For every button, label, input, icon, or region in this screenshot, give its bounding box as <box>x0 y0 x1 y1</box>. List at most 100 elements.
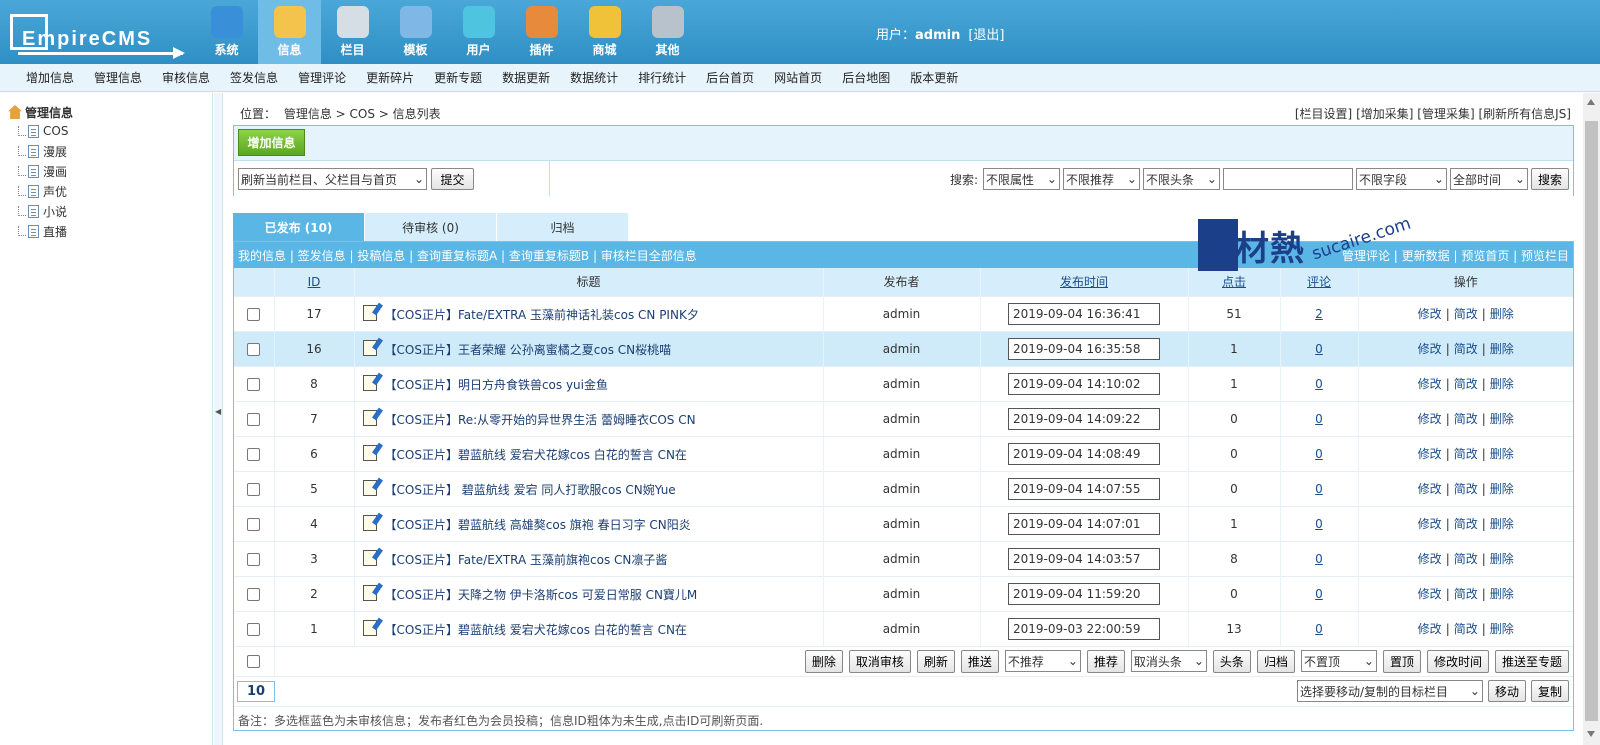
simple-edit-link[interactable]: 简改 <box>1454 482 1478 496</box>
edit-icon[interactable] <box>362 374 377 391</box>
row-time-input[interactable]: 2019-09-04 14:10:02 <box>1008 372 1160 395</box>
row-id[interactable]: 1 <box>274 610 355 646</box>
search-button[interactable]: 搜索 <box>1530 168 1569 190</box>
sort-id-link[interactable]: ID <box>308 275 321 289</box>
row-comments-link[interactable]: 0 <box>1315 342 1323 356</box>
delete-link[interactable]: 删除 <box>1490 482 1514 496</box>
field-select[interactable]: 不限字段 ⌄ <box>1355 168 1447 190</box>
subnav-item[interactable]: 后台首页 <box>706 69 754 86</box>
recommend-filter-select[interactable]: 不限推荐 ⌄ <box>1062 168 1140 190</box>
nav-item-notepad[interactable]: 信息 <box>258 0 321 64</box>
nav-item-globe[interactable]: 系统 <box>195 0 258 64</box>
delete-link[interactable]: 删除 <box>1490 412 1514 426</box>
edit-link[interactable]: 修改 <box>1418 447 1442 461</box>
edit-link[interactable]: 修改 <box>1418 587 1442 601</box>
simple-edit-link[interactable]: 简改 <box>1454 377 1478 391</box>
row-checkbox[interactable] <box>247 412 261 426</box>
row-title-link[interactable]: 【COS正片】碧蓝航线 爱宕犬花嫁cos 白花的誓言 CN在 <box>385 623 687 637</box>
row-comments-link[interactable]: 0 <box>1315 412 1323 426</box>
refresh-button[interactable]: 刷新 <box>916 649 955 673</box>
search-input[interactable] <box>1222 168 1353 190</box>
copy-button[interactable]: 复制 <box>1530 680 1569 702</box>
row-time-input[interactable]: 2019-09-04 11:59:20 <box>1008 582 1160 605</box>
push-button[interactable]: 推送 <box>960 649 999 673</box>
archive-button[interactable]: 归档 <box>1256 649 1295 673</box>
row-title-link[interactable]: 【COS正片】碧蓝航线 高雄獒cos 旗袍 春日习字 CN阳炎 <box>385 518 691 532</box>
row-comments-link[interactable]: 2 <box>1315 307 1323 321</box>
edit-icon[interactable] <box>362 514 377 531</box>
row-id[interactable]: 8 <box>274 365 355 401</box>
edit-icon[interactable] <box>362 339 377 356</box>
links-bar-left[interactable]: 我的信息 | 签发信息 | 投稿信息 | 查询重复标题A | 查询重复标题B |… <box>238 247 697 264</box>
submit-button[interactable]: 提交 <box>431 168 474 190</box>
nav-item-tools[interactable]: 插件 <box>510 0 573 64</box>
row-title-link[interactable]: 【COS正片】碧蓝航线 爱宕犬花嫁cos 白花的誓言 CN在 <box>385 448 687 462</box>
delete-link[interactable]: 删除 <box>1490 377 1514 391</box>
simple-edit-link[interactable]: 简改 <box>1454 552 1478 566</box>
scroll-thumb[interactable] <box>1585 121 1598 721</box>
delete-link[interactable]: 删除 <box>1490 447 1514 461</box>
row-comments-link[interactable]: 0 <box>1315 517 1323 531</box>
simple-edit-link[interactable]: 简改 <box>1454 517 1478 531</box>
row-title-link[interactable]: 【COS正片】 碧蓝航线 爱宕 同人打歌服cos CN婉Yue <box>385 483 676 497</box>
row-title-link[interactable]: 【COS正片】Fate/EXTRA 玉藻前旗袍cos CN凛子酱 <box>385 553 668 567</box>
row-title-link[interactable]: 【COS正片】王者荣耀 公孙离蜜橘之夏cos CN桜桃喵 <box>385 343 672 357</box>
row-title-link[interactable]: 【COS正片】明日方舟食铁兽cos yui金鱼 <box>385 378 609 392</box>
row-comments-link[interactable]: 0 <box>1315 447 1323 461</box>
row-id[interactable]: 7 <box>274 400 355 436</box>
row-id[interactable]: 6 <box>274 435 355 471</box>
row-time-input[interactable]: 2019-09-04 14:09:22 <box>1008 407 1160 430</box>
select-all-checkbox[interactable] <box>247 655 261 669</box>
header-id[interactable]: ID <box>274 268 355 296</box>
breadcrumb-path[interactable]: 管理信息 > COS > 信息列表 <box>284 107 441 121</box>
tree-root[interactable]: 管理信息 <box>8 103 212 121</box>
row-comments-link[interactable]: 0 <box>1315 622 1323 636</box>
push-topic-button[interactable]: 推送至专题 <box>1494 649 1569 673</box>
edit-link[interactable]: 修改 <box>1418 342 1442 356</box>
row-id[interactable]: 3 <box>274 540 355 576</box>
nav-item-user[interactable]: 用户 <box>447 0 510 64</box>
edit-icon[interactable] <box>362 304 377 321</box>
edit-link[interactable]: 修改 <box>1418 412 1442 426</box>
simple-edit-link[interactable]: 简改 <box>1454 307 1478 321</box>
row-comments-link[interactable]: 0 <box>1315 587 1323 601</box>
subnav-item[interactable]: 数据更新 <box>502 69 550 86</box>
tab[interactable]: 归档 <box>497 213 628 241</box>
header-time[interactable]: 发布时间 <box>980 268 1189 296</box>
top-link[interactable]: [管理采集] <box>1417 107 1474 121</box>
headline-filter-select[interactable]: 不限头条 ⌄ <box>1142 168 1220 190</box>
sort-time-link[interactable]: 发布时间 <box>1060 275 1108 289</box>
delete-link[interactable]: 删除 <box>1490 552 1514 566</box>
row-comments-link[interactable]: 0 <box>1315 552 1323 566</box>
vertical-scrollbar[interactable] <box>1583 93 1600 745</box>
top-select[interactable]: 不置顶 ⌄ <box>1300 650 1377 673</box>
edit-link[interactable]: 修改 <box>1418 517 1442 531</box>
nav-item-gear[interactable]: 其他 <box>636 0 699 64</box>
headline-button[interactable]: 头条 <box>1212 649 1251 673</box>
subnav-item[interactable]: 审核信息 <box>162 69 210 86</box>
row-time-input[interactable]: 2019-09-04 16:35:58 <box>1008 337 1160 360</box>
row-time-input[interactable]: 2019-09-04 14:03:57 <box>1008 547 1160 570</box>
simple-edit-link[interactable]: 简改 <box>1454 622 1478 636</box>
edit-icon[interactable] <box>362 444 377 461</box>
row-comments-link[interactable]: 0 <box>1315 482 1323 496</box>
delete-link[interactable]: 删除 <box>1490 342 1514 356</box>
subnav-item[interactable]: 网站首页 <box>774 69 822 86</box>
attribute-select[interactable]: 不限属性 ⌄ <box>982 168 1060 190</box>
top-button[interactable]: 置顶 <box>1382 649 1421 673</box>
row-checkbox[interactable] <box>247 377 261 391</box>
tree-node[interactable]: 声优 <box>8 181 212 201</box>
edit-link[interactable]: 修改 <box>1418 307 1442 321</box>
recommend-select[interactable]: 不推荐 ⌄ <box>1004 650 1081 673</box>
tree-node[interactable]: 直播 <box>8 221 212 241</box>
nav-item-folder[interactable]: 栏目 <box>321 0 384 64</box>
subnav-item[interactable]: 更新专题 <box>434 69 482 86</box>
sort-comments-link[interactable]: 评论 <box>1307 275 1331 289</box>
row-checkbox[interactable] <box>247 307 261 321</box>
add-info-button[interactable]: 增加信息 <box>238 129 305 156</box>
simple-edit-link[interactable]: 简改 <box>1454 447 1478 461</box>
row-checkbox[interactable] <box>247 587 261 601</box>
delete-link[interactable]: 删除 <box>1490 517 1514 531</box>
edit-icon[interactable] <box>362 479 377 496</box>
top-link[interactable]: [增加采集] <box>1356 107 1413 121</box>
